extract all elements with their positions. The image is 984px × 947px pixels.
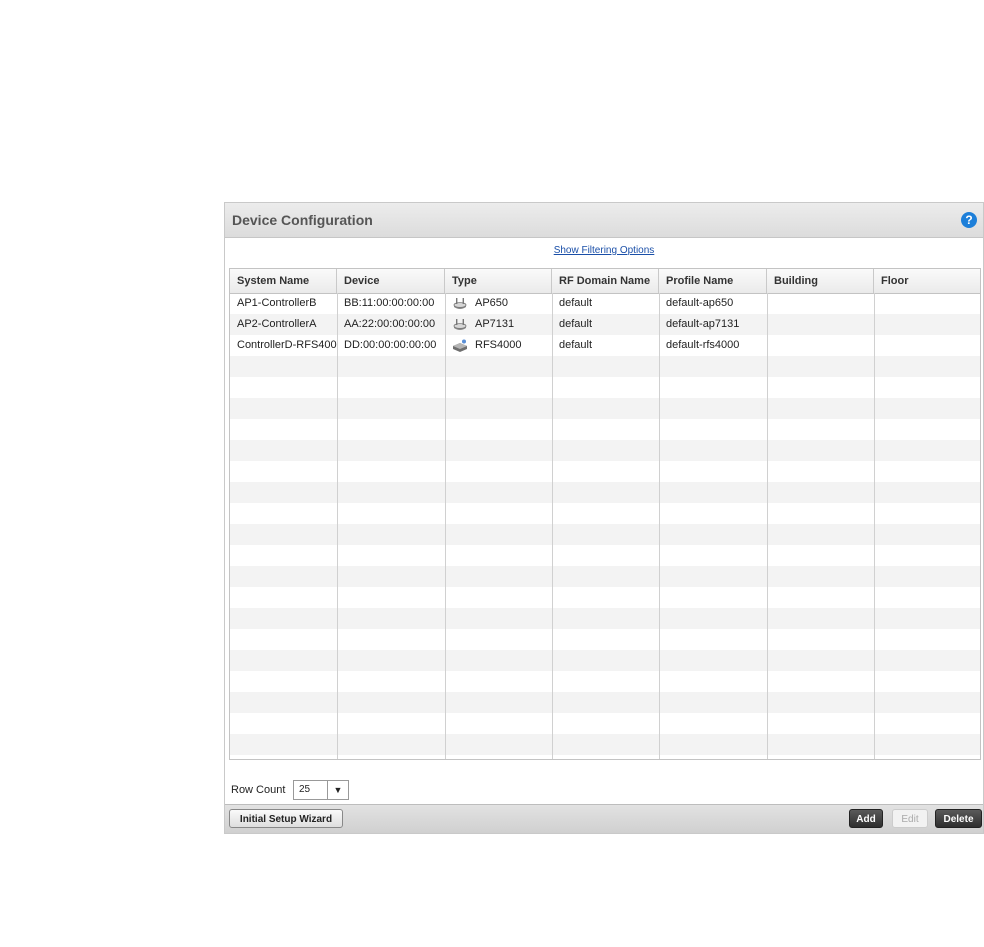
empty-table-row — [230, 356, 980, 377]
cell-rf-domain: default — [559, 318, 593, 330]
add-button[interactable]: Add — [849, 809, 883, 828]
cell-system-name: AP2-ControllerA — [237, 318, 317, 330]
table-body: AP1-ControllerB BB:11:00:00:00:00 AP650 … — [230, 293, 980, 759]
show-filtering-options-link[interactable]: Show Filtering Options — [225, 245, 983, 256]
page-title: Device Configuration — [232, 212, 373, 228]
empty-table-row — [230, 671, 980, 692]
cell-building — [767, 293, 874, 314]
empty-table-row — [230, 734, 980, 755]
table-row[interactable]: ControllerD-RFS4000 DD:00:00:00:00:00 RF… — [230, 335, 980, 356]
column-divider — [874, 293, 875, 759]
column-header-rf-domain-name[interactable]: RF Domain Name — [552, 269, 659, 293]
empty-table-row — [230, 755, 980, 759]
panel-footer: Initial Setup Wizard Add Edit Delete — [225, 804, 983, 833]
cell-profile: default-ap7131 — [666, 318, 740, 330]
device-configuration-panel: Device Configuration ? Show Filtering Op… — [224, 202, 984, 834]
empty-table-row — [230, 692, 980, 713]
empty-table-row — [230, 377, 980, 398]
table-header: System Name Device Type RF Domain Name P… — [230, 269, 980, 294]
empty-table-row — [230, 440, 980, 461]
column-header-device[interactable]: Device — [337, 269, 445, 293]
cell-system-name: ControllerD-RFS4000 — [237, 339, 337, 351]
empty-table-row — [230, 629, 980, 650]
column-divider — [659, 293, 660, 759]
empty-table-row — [230, 650, 980, 671]
help-icon[interactable]: ? — [961, 212, 977, 228]
device-table: System Name Device Type RF Domain Name P… — [229, 268, 981, 760]
cell-type: AP650 — [445, 293, 552, 314]
cell-profile: default-ap650 — [666, 297, 734, 309]
cell-device: BB:11:00:00:00:00 — [344, 297, 435, 309]
empty-table-row — [230, 545, 980, 566]
table-row[interactable]: AP1-ControllerB BB:11:00:00:00:00 AP650 … — [230, 293, 980, 314]
empty-table-row — [230, 566, 980, 587]
empty-table-row — [230, 608, 980, 629]
column-divider — [337, 293, 338, 759]
cell-building — [767, 335, 874, 356]
cell-rf-domain: default — [559, 339, 593, 351]
empty-table-row — [230, 461, 980, 482]
access-point-icon — [453, 297, 467, 309]
delete-button[interactable]: Delete — [935, 809, 982, 828]
column-header-floor[interactable]: Floor — [874, 269, 980, 293]
chevron-down-icon[interactable]: ▼ — [327, 781, 348, 799]
initial-setup-wizard-button[interactable]: Initial Setup Wizard — [229, 809, 343, 828]
row-count-select[interactable]: 25 ▼ — [293, 780, 349, 800]
cell-floor — [874, 293, 980, 314]
cell-rf-domain: default — [559, 297, 593, 309]
cell-system-name: AP1-ControllerB — [237, 297, 317, 309]
access-point-icon — [453, 318, 467, 330]
cell-floor — [874, 314, 980, 335]
column-header-building[interactable]: Building — [767, 269, 874, 293]
column-header-system-name[interactable]: System Name — [230, 269, 337, 293]
type-label: RFS4000 — [475, 339, 522, 351]
cell-device: DD:00:00:00:00:00 — [344, 339, 437, 351]
column-header-profile-name[interactable]: Profile Name — [659, 269, 767, 293]
table-row[interactable]: AP2-ControllerA AA:22:00:00:00:00 AP7131… — [230, 314, 980, 335]
edit-button[interactable]: Edit — [892, 809, 928, 828]
column-divider — [767, 293, 768, 759]
type-label: AP650 — [475, 297, 509, 309]
row-count-label: Row Count — [231, 784, 286, 796]
empty-table-row — [230, 503, 980, 524]
empty-table-row — [230, 419, 980, 440]
empty-table-row — [230, 587, 980, 608]
cell-type: RFS4000 — [445, 335, 552, 356]
column-divider — [445, 293, 446, 759]
cell-profile: default-rfs4000 — [666, 339, 740, 351]
cell-device: AA:22:00:00:00:00 — [344, 318, 436, 330]
panel-titlebar: Device Configuration ? — [225, 203, 983, 238]
column-divider — [552, 293, 553, 759]
filter-link-label: Show Filtering Options — [553, 245, 655, 256]
empty-table-row — [230, 524, 980, 545]
controller-icon — [453, 339, 467, 352]
cell-floor — [874, 335, 980, 356]
empty-table-row — [230, 713, 980, 734]
type-label: AP7131 — [475, 318, 515, 330]
cell-type: AP7131 — [445, 314, 552, 335]
empty-table-row — [230, 482, 980, 503]
empty-table-row — [230, 398, 980, 419]
cell-building — [767, 314, 874, 335]
column-header-type[interactable]: Type — [445, 269, 552, 293]
row-count-value: 25 — [299, 784, 311, 795]
